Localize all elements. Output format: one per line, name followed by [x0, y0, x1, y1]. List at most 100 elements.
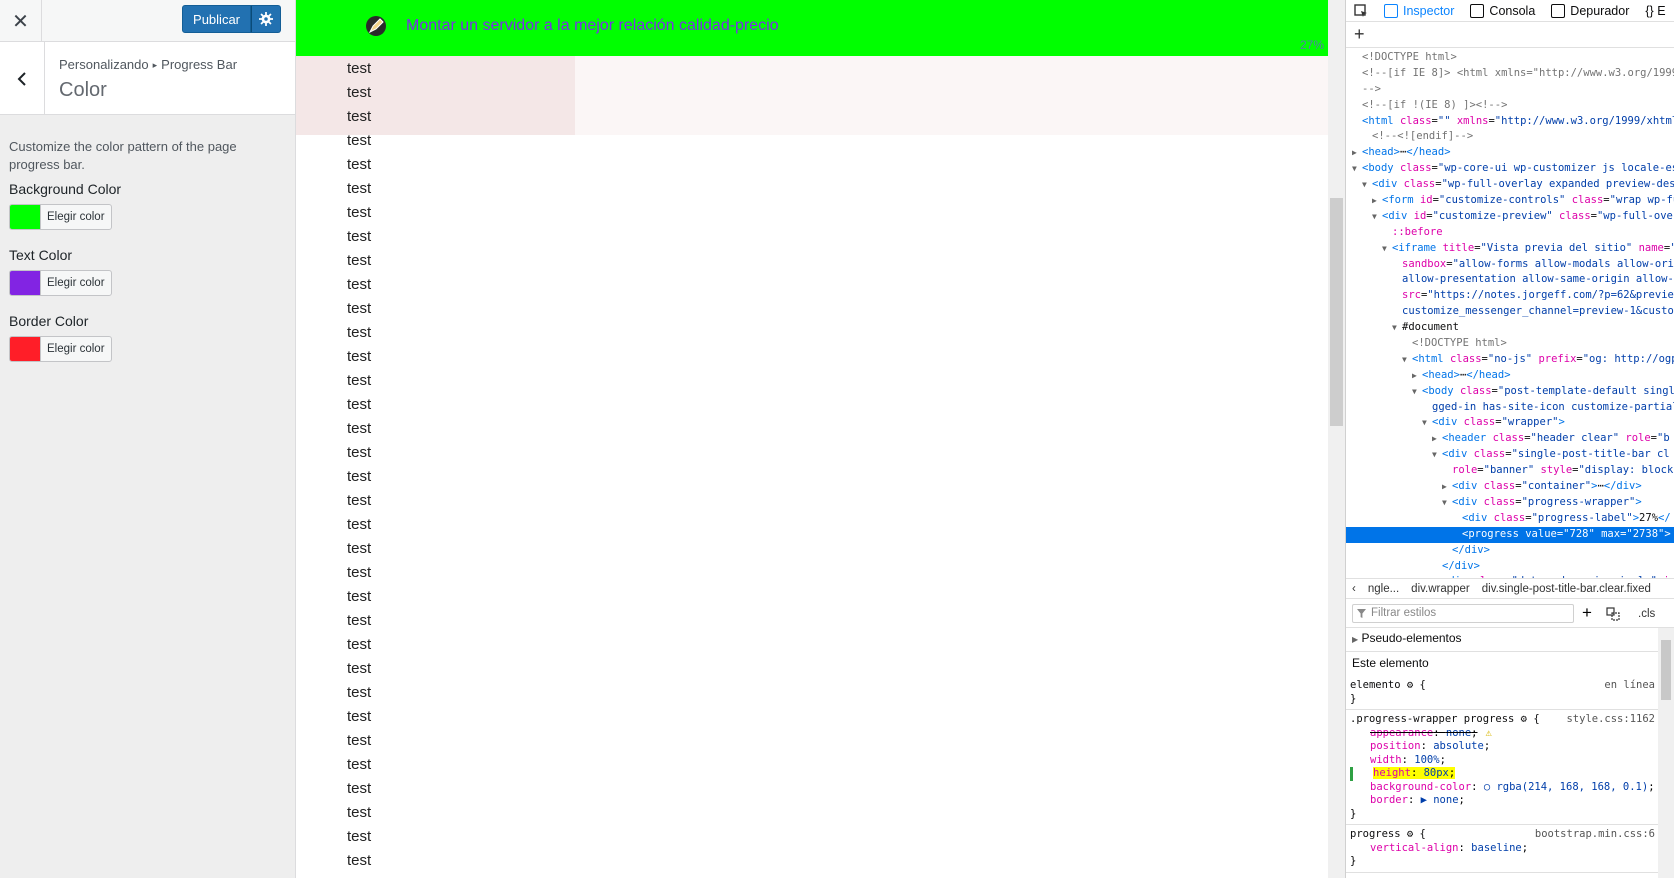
dom-node[interactable]: </div>: [1346, 559, 1674, 575]
property-name[interactable]: position: [1370, 740, 1421, 752]
back-button[interactable]: [0, 42, 45, 115]
expand-arrow-icon[interactable]: ▶: [1442, 479, 1452, 495]
dom-node[interactable]: ▼ <body class="wp-core-ui wp-customizer j…: [1346, 161, 1674, 177]
css-declaration[interactable]: appearance: none; ⚠: [1350, 727, 1655, 741]
element-picker-button[interactable]: [1346, 0, 1376, 22]
expand-arrow-icon[interactable]: ▼: [1382, 241, 1392, 257]
dom-node[interactable]: customize_messenger_channel=preview-1&cu…: [1346, 304, 1674, 320]
expand-arrow-icon[interactable]: ▼: [1362, 177, 1372, 193]
expand-arrow-icon[interactable]: ▼: [1392, 320, 1402, 336]
property-name[interactable]: border: [1370, 794, 1408, 806]
dom-node[interactable]: ::before: [1346, 225, 1674, 241]
expand-arrow-icon[interactable]: ▶: [1372, 193, 1382, 209]
css-declaration[interactable]: position: absolute;: [1350, 740, 1655, 754]
expand-arrow-icon[interactable]: ▼: [1352, 161, 1362, 177]
publish-button[interactable]: Publicar: [182, 5, 251, 33]
dom-node[interactable]: ▶ <form id="customize-controls" class="wr…: [1346, 193, 1674, 209]
expand-arrow-icon[interactable]: ▼: [1372, 209, 1382, 225]
rule-source-link[interactable]: en línea: [1604, 679, 1655, 693]
tab-console[interactable]: Consola: [1462, 0, 1543, 22]
dom-node[interactable]: <progress value="728" max="2738">: [1346, 526, 1674, 543]
dom-node[interactable]: <html class="" xmlns="http://www.w3.org/…: [1346, 114, 1674, 130]
pseudo-elements-toggle[interactable]: ▶ Pseudo-elementos: [1346, 628, 1659, 652]
dom-node[interactable]: -->: [1346, 82, 1674, 98]
dom-node[interactable]: ▼ <body class="post-template-default sing…: [1346, 384, 1674, 400]
dom-node[interactable]: gged-in has-site-icon customize-partial-: [1346, 400, 1674, 416]
expand-arrow-icon[interactable]: ▶: [1432, 431, 1442, 447]
close-icon[interactable]: ✕: [0, 0, 42, 42]
dom-node[interactable]: role="banner" style="display: block;: [1346, 463, 1674, 479]
add-node-icon[interactable]: +: [1354, 24, 1365, 45]
rule-view-scrollbar[interactable]: [1658, 628, 1674, 878]
css-declaration[interactable]: height: 80px;: [1350, 767, 1655, 781]
dom-node[interactable]: </div>: [1346, 543, 1674, 559]
css-declaration[interactable]: background-color: ○ rgba(214, 168, 168, …: [1350, 781, 1655, 795]
property-value[interactable]: ▶ none: [1421, 794, 1459, 806]
css-rule[interactable]: .progress-wrapper progress ⚙ {style.css:…: [1346, 710, 1659, 825]
rule-source-link[interactable]: bootstrap.min.css:6: [1535, 828, 1655, 842]
property-name[interactable]: height: [1373, 767, 1411, 779]
border-color-picker-button[interactable]: Elegir color: [9, 336, 112, 362]
publish-settings-button[interactable]: [251, 5, 281, 33]
dom-node[interactable]: ▶ <head>⋯</head>: [1346, 145, 1674, 161]
css-declaration[interactable]: vertical-align: baseline;: [1350, 842, 1655, 856]
css-declaration[interactable]: width: 100%;: [1350, 754, 1655, 768]
breadcrumb-back-icon[interactable]: ‹: [1352, 583, 1356, 595]
dom-node[interactable]: ▼ <iframe title="Vista previa del sitio" …: [1346, 241, 1674, 257]
dom-node[interactable]: ▶ <head>⋯</head>: [1346, 368, 1674, 384]
preview-scrollbar-thumb[interactable]: [1330, 198, 1343, 426]
property-name[interactable]: background-color: [1370, 781, 1471, 793]
css-rule[interactable]: elemento ⚙ {en línea}: [1346, 676, 1659, 710]
toggle-pseudo-class-icon[interactable]: [1606, 607, 1620, 621]
tab-debugger[interactable]: Depurador: [1543, 0, 1637, 22]
property-name[interactable]: width: [1370, 754, 1402, 766]
warning-icon[interactable]: ⚠: [1486, 727, 1492, 739]
preview-scrollbar[interactable]: [1328, 0, 1345, 878]
property-value[interactable]: 100%: [1414, 754, 1439, 766]
tab-style-editor[interactable]: {} E: [1637, 0, 1673, 22]
dom-node[interactable]: <!--[if IE 8]> <html xmlns="http://www.w…: [1346, 66, 1674, 82]
filter-styles-input[interactable]: Filtrar estilos: [1352, 604, 1574, 623]
property-value[interactable]: baseline: [1471, 842, 1522, 854]
dom-node[interactable]: src="https://notes.jorgeff.com/?p=62&pre…: [1346, 288, 1674, 304]
property-value[interactable]: 80px: [1424, 767, 1449, 779]
dom-node[interactable]: <!DOCTYPE html>: [1346, 336, 1674, 352]
text-color-picker-button[interactable]: Elegir color: [9, 270, 112, 296]
dom-node[interactable]: <div class="progress-label">27%</: [1346, 511, 1674, 527]
expand-arrow-icon[interactable]: ▼: [1412, 384, 1422, 400]
property-name[interactable]: vertical-align: [1370, 842, 1459, 854]
dom-node[interactable]: ▶ <header class="header clear" role="b: [1346, 431, 1674, 447]
expand-arrow-icon[interactable]: ▼: [1442, 495, 1452, 511]
background-color-picker-button[interactable]: Elegir color: [9, 204, 112, 230]
cls-toggle[interactable]: .cls: [1638, 608, 1655, 620]
dom-node[interactable]: ▼ #document: [1346, 320, 1674, 336]
dom-breadcrumb-item[interactable]: ngle...: [1368, 583, 1399, 595]
tab-inspector[interactable]: Inspector: [1376, 0, 1462, 22]
dom-breadcrumb-item[interactable]: div.wrapper: [1411, 583, 1470, 595]
dom-node[interactable]: sandbox="allow-forms allow-modals allow-…: [1346, 257, 1674, 273]
rule-source-link[interactable]: style.css:1162: [1566, 713, 1655, 727]
add-rule-icon[interactable]: +: [1582, 603, 1592, 623]
dom-node[interactable]: <!--<![endif]-->: [1346, 129, 1674, 145]
dom-node[interactable]: ▼ <div class="single-post-title-bar cl: [1346, 447, 1674, 463]
dom-node[interactable]: ▼ <div class="progress-wrapper">: [1346, 495, 1674, 511]
property-value[interactable]: none: [1446, 727, 1471, 739]
dom-node[interactable]: <!DOCTYPE html>: [1346, 50, 1674, 66]
dom-node[interactable]: allow-presentation allow-same-origin all…: [1346, 272, 1674, 288]
expand-arrow-icon[interactable]: ▶: [1412, 368, 1422, 384]
dom-node[interactable]: ▼ <div class="wp-full-overlay expanded pr…: [1346, 177, 1674, 193]
property-name[interactable]: appearance: [1370, 727, 1433, 739]
dom-breadcrumb-item[interactable]: div.single-post-title-bar.clear.fixed: [1482, 583, 1651, 595]
css-rule[interactable]: progress ⚙ {bootstrap.min.css:6 vertical-…: [1346, 825, 1659, 873]
expand-arrow-icon[interactable]: ▼: [1422, 415, 1432, 431]
dom-node[interactable]: ▼ <div id="customize-preview" class="wp-f…: [1346, 209, 1674, 225]
expand-arrow-icon[interactable]: ▼: [1402, 352, 1412, 368]
dom-node[interactable]: <!--[if !(IE 8) ]><!-->: [1346, 98, 1674, 114]
expand-arrow-icon[interactable]: ▶: [1352, 145, 1362, 161]
css-declaration[interactable]: border: ▶ none;: [1350, 794, 1655, 808]
dom-node[interactable]: ▼ <div class="wrapper">: [1346, 415, 1674, 431]
post-title[interactable]: Montar un servidor a la mejor relación c…: [406, 17, 779, 35]
property-value[interactable]: absolute: [1433, 740, 1484, 752]
rule-view-scrollbar-thumb[interactable]: [1661, 640, 1671, 700]
expand-arrow-icon[interactable]: ▼: [1432, 447, 1442, 463]
